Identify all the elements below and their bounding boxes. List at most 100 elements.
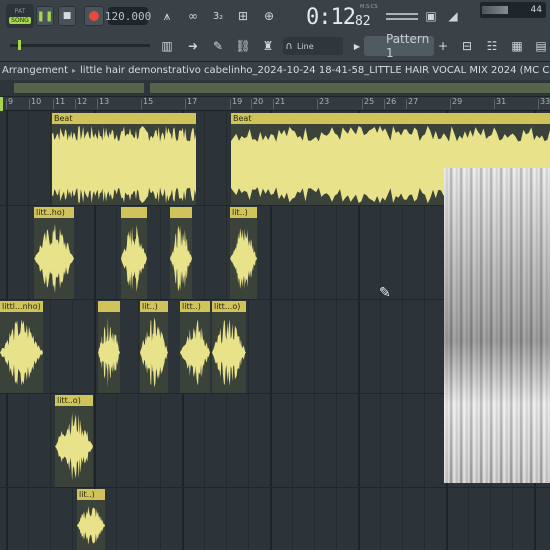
clip-waveform: [52, 124, 196, 205]
vocal-clip[interactable]: lit..): [140, 301, 168, 393]
channel-rack-icon: ▦: [511, 39, 523, 53]
vocal-clip[interactable]: littl...nho): [0, 301, 43, 393]
vocal-clip[interactable]: litt...o): [212, 301, 246, 393]
vocal-clip[interactable]: [98, 301, 120, 393]
clip-waveform: [170, 218, 192, 299]
browser-button[interactable]: ▤: [530, 35, 550, 57]
ruler-tick-9: 9: [5, 97, 14, 109]
channel-rack-button[interactable]: ▦: [506, 35, 528, 57]
ruler-tick-26: 26: [383, 97, 397, 109]
blend-notes-icon: ⊕: [263, 9, 275, 23]
timeline-ruler[interactable]: 9 10 11 12 13 15 17 19 20 21 23 25 26 27 29 31 33: [0, 97, 550, 111]
playlist-icon: ⊟: [461, 39, 473, 53]
master-volume-handle[interactable]: [18, 40, 21, 50]
playlist-overview[interactable]: [0, 80, 550, 97]
fl-studio-window: PAT SONG ❚❚ ■ 120.000 ⩚ ∞ 3₂ ⊞ ⊕ 0:12 82…: [0, 0, 550, 550]
clip-title: lit..): [77, 489, 105, 500]
breadcrumb-file[interactable]: little hair demonstrativo cabelinho_2024…: [80, 65, 550, 76]
time-format-label: M:S:CS: [360, 4, 378, 10]
vocal-clip[interactable]: lit..): [77, 489, 105, 550]
clip-waveform: [55, 406, 93, 487]
pat-song-toggle[interactable]: PAT SONG: [6, 4, 34, 28]
step-edit-button[interactable]: 3₂: [207, 5, 229, 27]
record-button[interactable]: [84, 6, 104, 26]
playhead[interactable]: [0, 97, 3, 111]
meter-bar: [386, 12, 418, 15]
vocal-clip[interactable]: [170, 207, 192, 299]
add-pattern-button[interactable]: +: [436, 38, 450, 54]
master-pitch-meter[interactable]: [384, 4, 420, 28]
waveform-shape: [230, 228, 257, 289]
browser-icon: ▤: [535, 39, 547, 53]
ruler-tick-15: 15: [140, 97, 154, 109]
vocal-clip[interactable]: litt..): [180, 301, 210, 393]
waveform-shape: [0, 319, 43, 386]
pattern-selector[interactable]: Pattern 1: [364, 32, 434, 60]
waveform-shape: [180, 319, 210, 386]
pitch-knob-button[interactable]: ◢: [442, 5, 464, 27]
stop-icon: ■: [62, 11, 72, 21]
meter-bar: [386, 17, 418, 20]
breadcrumb-root[interactable]: Arrangement: [2, 65, 68, 76]
playlist-grid[interactable]: Beat Beat litt..ho) lit..) littl...nho): [0, 111, 550, 550]
clip-waveform: [0, 312, 43, 393]
clip-title: litt...o): [212, 301, 246, 312]
metronome-icon: ⩚: [163, 8, 171, 23]
clip-title: litt..ho): [34, 207, 74, 218]
piano-roll-button[interactable]: ▥: [156, 35, 178, 57]
play-button[interactable]: ❚❚: [36, 6, 54, 26]
clip-waveform: [98, 312, 120, 393]
vocal-clip[interactable]: [121, 207, 147, 299]
snap-value: Line: [297, 41, 314, 51]
hat-button[interactable]: ♜: [257, 35, 279, 57]
record-icon: [89, 11, 99, 21]
arrow-tool-button[interactable]: ➜: [182, 35, 204, 57]
clip-waveform: [180, 312, 210, 393]
stop-button[interactable]: ■: [58, 6, 76, 26]
clip-waveform: [212, 312, 246, 393]
volume-knob-button[interactable]: ▣: [420, 5, 442, 27]
grid-line: [50, 111, 51, 550]
brush-tool-button[interactable]: ✎: [207, 35, 229, 57]
ruler-tick-19: 19: [229, 97, 243, 109]
clip-waveform: [230, 218, 257, 299]
mixer-button[interactable]: ☷: [481, 35, 503, 57]
time-centiseconds: 82: [354, 13, 371, 29]
mixer-icon: ☷: [486, 39, 498, 53]
master-volume-slider[interactable]: [10, 44, 150, 47]
breadcrumb: Arrangement ▸ little hair demonstrativo ca…: [0, 62, 550, 80]
typing-keyboard-button[interactable]: ⊞: [232, 5, 254, 27]
ruler-tick-11: 11: [52, 97, 66, 109]
hat-icon: ♜: [262, 39, 274, 53]
overview-clip: [150, 83, 550, 93]
waveform-shape: [77, 506, 105, 545]
waveform-shape: [212, 318, 246, 387]
pattern-prev-button[interactable]: ▶: [352, 38, 362, 54]
ruler-tick-20: 20: [250, 97, 264, 109]
vocal-clip[interactable]: lit..): [230, 207, 257, 299]
blend-notes-button[interactable]: ⊕: [258, 5, 280, 27]
link-button[interactable]: ⛓: [232, 35, 254, 57]
ruler-tick-10: 10: [28, 97, 42, 109]
ruler-tick-27: 27: [405, 97, 419, 109]
loop-record-icon: ∞: [188, 9, 198, 23]
loop-record-button[interactable]: ∞: [182, 5, 204, 27]
ruler-tick-13: 13: [96, 97, 110, 109]
ruler-tick-12: 12: [74, 97, 88, 109]
ruler-tick-29: 29: [449, 97, 463, 109]
beat-clip[interactable]: Beat: [52, 113, 196, 205]
clip-title: Beat: [52, 113, 196, 124]
ruler-tick-23: 23: [316, 97, 330, 109]
metronome-button[interactable]: ⩚: [156, 5, 178, 27]
pitch-knob-icon: ◢: [448, 9, 458, 23]
vocal-clip[interactable]: litt..o): [55, 395, 93, 487]
waveform-shape: [140, 317, 168, 388]
tempo-display[interactable]: 120.000: [105, 7, 151, 25]
playlist-button[interactable]: ⊟: [456, 35, 478, 57]
clip-title: [170, 207, 192, 218]
vocal-clip[interactable]: litt..ho): [34, 207, 74, 299]
track-separator: [0, 487, 550, 488]
magnet-icon: ∩: [285, 40, 293, 52]
waveform-shape: [52, 125, 196, 204]
breadcrumb-separator-icon: ▸: [72, 66, 77, 75]
